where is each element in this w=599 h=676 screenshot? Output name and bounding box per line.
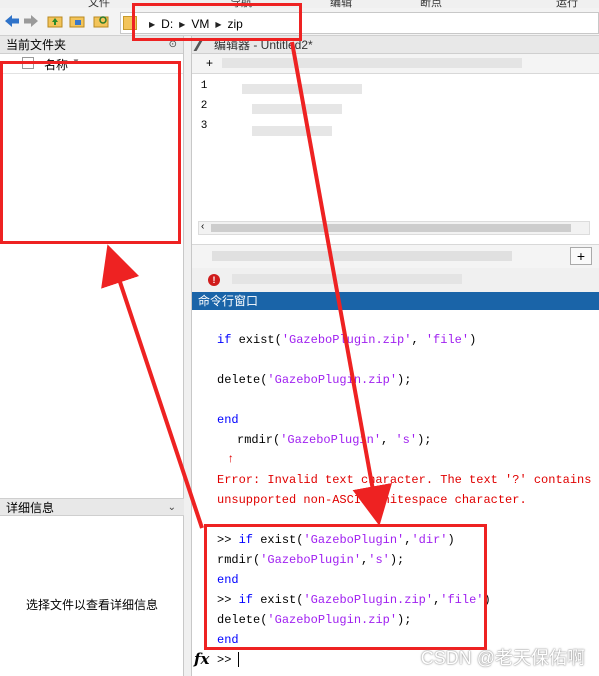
- editor-status-bar: !: [192, 268, 599, 292]
- error-message-line: Error: Invalid text character. The text …: [217, 473, 599, 487]
- blurred-code-line: [252, 104, 342, 114]
- blurred-code-line: [252, 126, 332, 136]
- editor-file-tabs: +: [192, 244, 599, 268]
- line-number: 1: [200, 80, 208, 92]
- add-tab-button[interactable]: +: [570, 247, 592, 265]
- command-window-title: 命令行窗口: [192, 292, 599, 310]
- editor-horizontal-scrollbar[interactable]: ‹: [198, 221, 590, 235]
- up-folder-icon[interactable]: [46, 12, 64, 30]
- new-tab-button[interactable]: +: [206, 56, 213, 70]
- cmd-line: end: [217, 413, 239, 427]
- details-panel-title: 详细信息 ⌄: [0, 498, 184, 516]
- forward-arrow-icon[interactable]: [22, 12, 40, 30]
- cmd-line: rmdir('GazeboPlugin', 's');: [237, 433, 432, 447]
- blurred-file-tabs: [212, 251, 512, 261]
- search-folder-icon[interactable]: [92, 12, 110, 30]
- matlab-window: 文件 导航 编辑 断点 运行 ▶ D: ▶ VM ▶ zip 当前文件夹 ⊙ 名…: [0, 0, 599, 676]
- annotation-box-folder: [0, 61, 181, 244]
- current-folder-title-text: 当前文件夹: [6, 38, 67, 52]
- error-position-marker: ↑: [227, 452, 235, 466]
- status-scrollbar[interactable]: [232, 274, 462, 284]
- line-number: 2: [200, 100, 208, 112]
- command-prompt[interactable]: >>: [217, 653, 231, 667]
- text-cursor: [238, 652, 239, 667]
- line-number-gutter: 1 2 3: [192, 76, 216, 216]
- error-message-line: unsupported non-ASCII whitespace charact…: [217, 493, 527, 507]
- scrollbar-thumb[interactable]: [211, 224, 571, 232]
- chevron-down-icon[interactable]: ⌄: [168, 499, 176, 517]
- blurred-code-line: [242, 84, 362, 94]
- line-number: 3: [200, 120, 208, 132]
- details-panel-title-text: 详细信息: [6, 501, 55, 515]
- details-empty-message: 选择文件以查看详细信息: [25, 598, 158, 612]
- cmd-line: delete('GazeboPlugin.zip');: [217, 373, 412, 387]
- browse-folder-icon[interactable]: [68, 12, 86, 30]
- annotation-box-commands: [204, 524, 487, 650]
- scroll-left-icon[interactable]: ‹: [201, 221, 204, 232]
- blurred-tabs: [222, 58, 522, 68]
- watermark: CSDN @老天保佑啊: [420, 648, 585, 668]
- editor-panel: 编辑器 - Untitled2* + 1 2 3 ‹ + !: [191, 36, 599, 292]
- function-browser-icon[interactable]: fx: [194, 650, 209, 668]
- editor-tab-bar: +: [192, 54, 599, 74]
- annotation-box-address: [132, 3, 302, 41]
- cmd-line: if exist('GazeboPlugin.zip', 'file'): [217, 333, 477, 347]
- back-arrow-icon[interactable]: [3, 12, 21, 30]
- error-indicator-icon[interactable]: !: [208, 274, 220, 286]
